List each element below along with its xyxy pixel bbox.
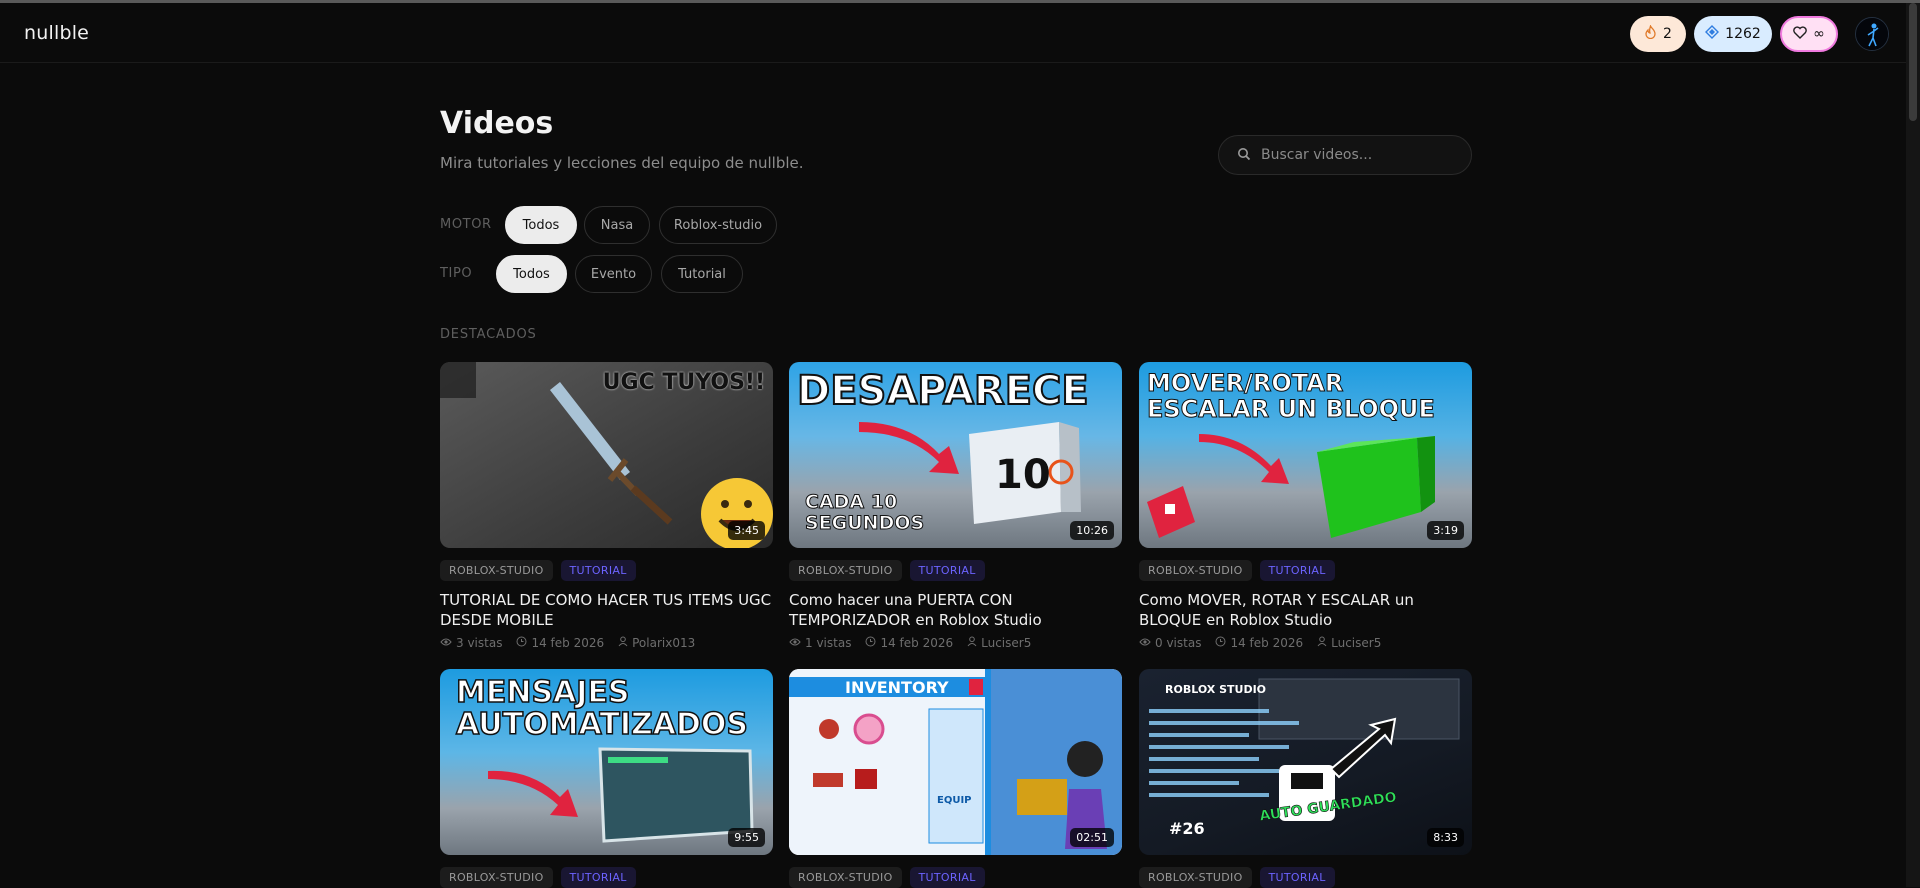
video-card[interactable]: INVENTORY EQUIP 02:51 ROBLOX-STUDIO TUTO… [789, 669, 1122, 888]
engine-tag: ROBLOX-STUDIO [789, 560, 902, 581]
section-label-featured: DESTACADOS [440, 327, 537, 342]
video-thumbnail[interactable]: MOVER/ROTAR ESCALAR UN BLOQUE 3:19 [1139, 362, 1472, 548]
type-tag: TUTORIAL [1259, 867, 1335, 888]
video-thumbnail[interactable]: MENSAJES AUTOMATIZADOS 9:55 [440, 669, 773, 855]
video-card[interactable]: ROBLOX STUDIO AUTO GUARDADO #26 8:33 ROB… [1139, 669, 1472, 888]
engine-tag: ROBLOX-STUDIO [440, 560, 553, 581]
video-card[interactable]: MOVER/ROTAR ESCALAR UN BLOQUE 3:19 ROBLO… [1139, 362, 1472, 650]
user-avatar[interactable] [1855, 17, 1889, 51]
user-icon [618, 636, 628, 650]
video-thumbnail[interactable]: DESAPARECE 10 CADA 10 SEGUNDOS 10:26 [789, 362, 1122, 548]
video-views: 0 vistas [1155, 636, 1202, 650]
chip-tipo-tutorial[interactable]: Tutorial [661, 255, 743, 293]
video-duration: 9:55 [728, 828, 765, 847]
user-icon [967, 636, 977, 650]
video-card[interactable]: MENSAJES AUTOMATIZADOS 9:55 ROBLOX-STUDI… [440, 669, 773, 888]
thumbnail-number: #26 [1169, 819, 1205, 838]
gems-counter[interactable]: 1262 [1694, 16, 1772, 52]
scrollbar-thumb[interactable] [1909, 3, 1917, 121]
thumbnail-number: 10 [995, 452, 1051, 498]
app-logo[interactable]: nullble [24, 22, 89, 44]
top-bar: nullble 2 1262 ∞ [0, 3, 1906, 63]
streak-counter[interactable]: 2 [1630, 16, 1686, 52]
chip-tipo-todos[interactable]: Todos [496, 255, 567, 293]
video-title[interactable]: TUTORIAL DE COMO HACER TUS ITEMS UGC DES… [440, 590, 773, 630]
thumbnail-caption: INVENTORY [845, 678, 949, 697]
video-author: Luciser5 [981, 636, 1032, 650]
chip-motor-todos[interactable]: Todos [505, 206, 577, 244]
page-subtitle: Mira tutoriales y lecciones del equipo d… [440, 154, 804, 172]
video-card[interactable]: DESAPARECE 10 CADA 10 SEGUNDOS 10:26 ROB… [789, 362, 1122, 650]
page-scrollbar[interactable] [1906, 3, 1920, 887]
filter-label-tipo: TIPO [440, 266, 473, 281]
eye-icon [789, 636, 801, 650]
clock-icon [1215, 636, 1226, 650]
video-author: Polarix013 [632, 636, 696, 650]
video-date: 14 feb 2026 [531, 636, 605, 650]
video-card[interactable]: UGC TUYOS!! 3:45 ROBLOX-STUDIO TUTORIAL … [440, 362, 773, 650]
gems-value: 1262 [1725, 26, 1761, 42]
eye-icon [440, 636, 452, 650]
flame-icon [1644, 24, 1657, 43]
video-duration: 10:26 [1070, 521, 1114, 540]
type-tag: TUTORIAL [1259, 560, 1335, 581]
video-thumbnail[interactable]: ROBLOX STUDIO AUTO GUARDADO #26 8:33 [1139, 669, 1472, 855]
engine-tag: ROBLOX-STUDIO [440, 867, 553, 888]
thumbnail-art [789, 669, 1122, 855]
thumbnail-caption: ROBLOX STUDIO [1165, 683, 1267, 696]
filter-label-motor: MOTOR [440, 217, 492, 232]
engine-tag: ROBLOX-STUDIO [1139, 560, 1252, 581]
video-views: 1 vistas [805, 636, 852, 650]
lives-counter[interactable]: ∞ [1780, 16, 1838, 52]
clock-icon [516, 636, 527, 650]
engine-tag: ROBLOX-STUDIO [789, 867, 902, 888]
video-duration: 3:45 [728, 521, 765, 540]
chip-tipo-evento[interactable]: Evento [575, 255, 652, 293]
thumbnail-caption: MENSAJES AUTOMATIZADOS [455, 675, 748, 742]
thumbnail-subcaption: CADA 10 SEGUNDOS [805, 491, 925, 534]
search-icon [1237, 146, 1251, 165]
video-duration: 8:33 [1427, 828, 1464, 847]
clock-icon [865, 636, 876, 650]
video-duration: 02:51 [1070, 828, 1114, 847]
type-tag: TUTORIAL [909, 867, 985, 888]
chip-motor-roblox-studio[interactable]: Roblox-studio [659, 206, 777, 244]
lives-value: ∞ [1813, 26, 1825, 42]
search-input[interactable] [1261, 147, 1461, 163]
streak-value: 2 [1663, 26, 1672, 42]
page-title: Videos [440, 106, 554, 141]
video-title[interactable]: Como hacer una PUERTA CON TEMPORIZADOR e… [789, 590, 1122, 630]
type-tag: TUTORIAL [909, 560, 985, 581]
video-author: Luciser5 [1331, 636, 1382, 650]
video-views: 3 vistas [456, 636, 503, 650]
type-tag: TUTORIAL [560, 867, 636, 888]
heart-icon [1793, 25, 1807, 43]
user-icon [1317, 636, 1327, 650]
search-box[interactable] [1218, 135, 1472, 175]
eye-icon [1139, 636, 1151, 650]
video-thumbnail[interactable]: INVENTORY EQUIP 02:51 [789, 669, 1122, 855]
engine-tag: ROBLOX-STUDIO [1139, 867, 1252, 888]
video-thumbnail[interactable]: UGC TUYOS!! 3:45 [440, 362, 773, 548]
chip-motor-nasa[interactable]: Nasa [584, 206, 650, 244]
thumbnail-subcaption: EQUIP [937, 795, 972, 806]
gem-icon [1705, 25, 1720, 43]
video-title[interactable]: Como MOVER, ROTAR Y ESCALAR un BLOQUE en… [1139, 590, 1472, 630]
thumbnail-caption: UGC TUYOS!! [602, 370, 765, 395]
thumbnail-caption: MOVER/ROTAR ESCALAR UN BLOQUE [1147, 369, 1436, 423]
video-date: 14 feb 2026 [1230, 636, 1304, 650]
thumbnail-caption: DESAPARECE [796, 367, 1090, 415]
video-date: 14 feb 2026 [880, 636, 954, 650]
video-duration: 3:19 [1427, 521, 1464, 540]
type-tag: TUTORIAL [560, 560, 636, 581]
